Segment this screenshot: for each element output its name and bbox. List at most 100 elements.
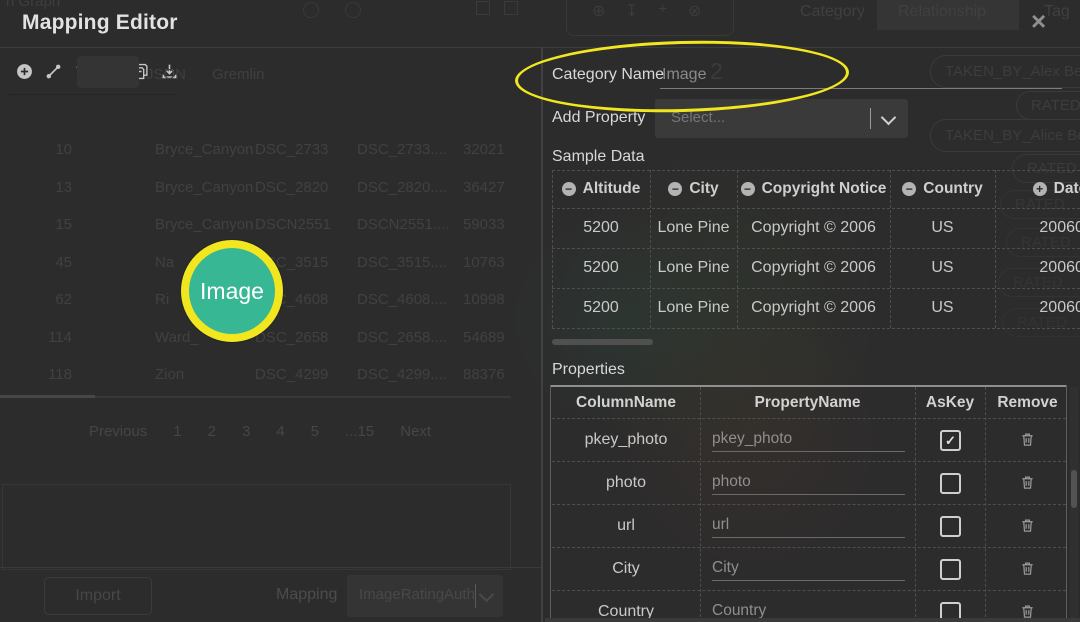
table-cell: 10 (30, 141, 72, 158)
table-row[interactable]: 114Ward_DSC_2658DSC_2658....54689 (0, 329, 541, 351)
pagination-page[interactable]: 3 (242, 423, 250, 440)
property-name-input[interactable]: pkey_photo (712, 430, 792, 448)
table-cell: DSC_2658.... (357, 329, 447, 346)
pagination-page[interactable]: 2 (208, 423, 216, 440)
background-gear-icon (345, 2, 361, 18)
sample-column-header[interactable]: −Country (890, 170, 995, 208)
vertical-scrollbar-thumb[interactable] (1071, 470, 1077, 508)
pagination-next[interactable]: Next (400, 423, 431, 440)
properties-title: Properties (552, 361, 625, 379)
sample-column-header[interactable]: −City (650, 170, 737, 208)
sample-column-label: Altitude (583, 180, 641, 198)
category-name-input[interactable]: Image (662, 66, 706, 84)
background-close-circle-icon (303, 2, 319, 18)
plus-circle-icon[interactable]: + (1033, 182, 1047, 196)
table-cell: 32021 (463, 141, 505, 158)
property-name-underline (712, 451, 905, 452)
add-icon[interactable] (16, 63, 33, 80)
remove-trash-icon[interactable] (1018, 472, 1038, 492)
pagination-overflow[interactable]: ...15 (345, 423, 374, 440)
background-move-icon: + (658, 1, 667, 19)
remove-trash-icon[interactable] (1018, 429, 1038, 449)
property-column-name: url (552, 504, 700, 547)
remove-trash-icon[interactable] (1018, 558, 1038, 578)
sample-cell: 20060406 (995, 288, 1080, 328)
sample-cell: Copyright © 2006 (737, 288, 890, 328)
sample-cell: Copyright © 2006 (737, 208, 890, 248)
table-cell: Ward_ (155, 329, 199, 346)
properties-column-header: PropertyName (700, 387, 915, 418)
property-name-input[interactable]: url (712, 516, 729, 534)
askey-checkbox[interactable] (940, 473, 961, 494)
sample-cell: 5200 (552, 248, 650, 288)
import-button[interactable]: Import (44, 577, 152, 615)
background-pill: RATED (1016, 91, 1080, 120)
table-cell: Bryce_Canyon (155, 141, 253, 158)
table-cell: DSCN2551 (255, 216, 331, 233)
sample-column-header[interactable]: +Date Cre (995, 170, 1080, 208)
pagination-page[interactable]: 1 (173, 423, 181, 440)
sample-data-title: Sample Data (552, 148, 645, 166)
category-node-image[interactable]: Image (181, 240, 283, 342)
table-cell: DSC_4299.... (357, 366, 447, 383)
category-name-label: Category Name (552, 66, 664, 84)
table-cell: 62 (30, 291, 72, 308)
sample-cell: 20060406 (995, 248, 1080, 288)
minus-circle-icon[interactable]: − (902, 182, 916, 196)
property-name-input[interactable]: photo (712, 473, 751, 491)
background-close-circle-icon: ⊗ (688, 1, 701, 21)
table-cell: DSC_3515.... (357, 254, 447, 271)
select-divider (870, 108, 871, 129)
sample-cell: 5200 (552, 288, 650, 328)
property-column-name: photo (552, 461, 700, 504)
mapping-label: Mapping (276, 586, 337, 604)
sample-cell: 5200 (552, 208, 650, 248)
sample-scrollbar-thumb[interactable] (552, 339, 653, 345)
table-row[interactable]: 118ZionDSC_4299DSC_4299....88376 (0, 366, 541, 388)
link-edge-icon[interactable] (45, 63, 62, 80)
property-name-underline (712, 494, 905, 495)
background-tab-category: Category (800, 3, 865, 21)
close-icon[interactable]: × (1031, 6, 1046, 36)
remove-trash-icon[interactable] (1018, 515, 1038, 535)
add-property-label: Add Property (552, 109, 645, 127)
horizontal-scrollbar-thumb[interactable] (0, 395, 95, 398)
background-download-icon: ↧ (625, 1, 638, 21)
background-tab-highlight (77, 56, 139, 88)
pagination-previous[interactable]: Previous (89, 423, 147, 440)
background-tab-gremlin: Gremlin (212, 66, 265, 83)
background-pill: TAKEN_BY_Alex Ber (930, 55, 1080, 88)
minus-circle-icon[interactable]: − (562, 182, 576, 196)
background-tab-json: JSON (146, 66, 186, 83)
property-name-underline (712, 537, 905, 538)
pagination-page[interactable]: 4 (276, 423, 284, 440)
askey-checkbox[interactable] (940, 516, 961, 537)
background-text-fragment: n Graph (6, 0, 60, 10)
table-cell: Bryce_Canyon (155, 179, 253, 196)
table-row[interactable]: 15Bryce_CanyonDSCN2551DSCN2551....59033 (0, 216, 541, 238)
property-name-input[interactable]: City (712, 559, 739, 577)
query-box (2, 484, 511, 570)
category-node-label: Image (200, 278, 264, 305)
sample-column-header[interactable]: −Altitude (552, 170, 650, 208)
table-row[interactable]: 10Bryce_CanyonDSC_2733DSC_2733....32021 (0, 141, 541, 163)
sample-cell: US (890, 208, 995, 248)
askey-checkbox[interactable]: ✓ (940, 430, 961, 451)
properties-column-header: Remove (985, 387, 1070, 418)
sample-cell: Lone Pine (650, 288, 737, 328)
minus-circle-icon[interactable]: − (668, 182, 682, 196)
table-row[interactable]: 13Bryce_CanyonDSC_2820DSC_2820....36427 (0, 179, 541, 201)
minus-circle-icon[interactable]: − (741, 182, 755, 196)
toolbar-underline (8, 94, 176, 95)
mapping-select[interactable]: ImageRatingAuthor (347, 575, 503, 617)
askey-checkbox[interactable] (940, 559, 961, 580)
sample-column-header[interactable]: −Copyright Notice (737, 170, 890, 208)
background-window-icon (476, 1, 490, 15)
background-pill: TAKEN_BY_Alice Ber (930, 119, 1080, 152)
table-cell: DSC_2820 (255, 179, 328, 196)
footer-divider (0, 567, 541, 568)
category-name-underline (660, 88, 1062, 89)
pagination-page[interactable]: 5 (311, 423, 319, 440)
table-cell: Bryce_Canyon (155, 216, 253, 233)
add-property-select[interactable]: Select... (655, 99, 908, 138)
